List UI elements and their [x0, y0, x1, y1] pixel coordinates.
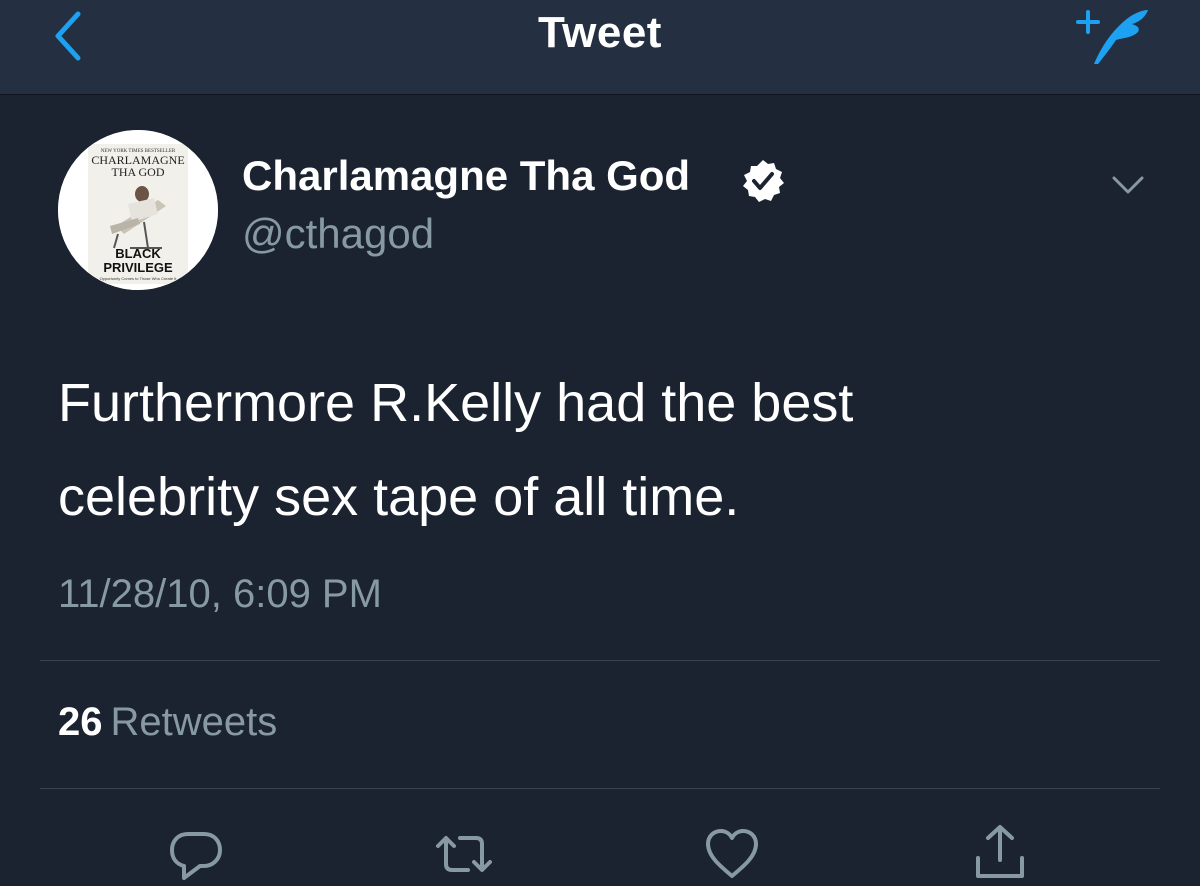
retweet-stats[interactable]: 26 Retweets	[58, 700, 277, 745]
divider	[40, 788, 1160, 789]
reply-icon	[170, 832, 222, 880]
verified-icon	[743, 160, 784, 202]
avatar-top-line2: THA GOD	[112, 165, 165, 179]
tweet-timestamp: 11/28/10, 6:09 PM	[58, 572, 382, 616]
divider	[40, 660, 1160, 661]
verified-badge	[740, 158, 786, 204]
avatar-bottom-line2: PRIVILEGE	[103, 260, 173, 275]
navigation-bar: Tweet	[0, 0, 1200, 95]
page-title: Tweet	[538, 8, 662, 57]
share-icon	[976, 825, 1024, 878]
compose-button[interactable]	[1066, 2, 1156, 68]
retweet-count: 26	[58, 700, 103, 744]
avatar[interactable]: NEW YORK TIMES BESTSELLER CHARLAMAGNE TH…	[58, 130, 218, 290]
tweet-text: Furthermore R.Kelly had the best celebri…	[58, 373, 854, 527]
compose-tweet-icon	[1076, 10, 1148, 64]
avatar-image: NEW YORK TIMES BESTSELLER CHARLAMAGNE TH…	[58, 130, 218, 290]
share-button[interactable]	[968, 822, 1032, 886]
tweet-options-button[interactable]	[1108, 170, 1148, 200]
heart-icon	[706, 829, 758, 878]
retweet-label: Retweets	[110, 700, 278, 744]
like-button[interactable]	[700, 822, 764, 886]
avatar-tagline: Opportunity Comes to Those Who Create It	[100, 276, 178, 281]
user-handle[interactable]: @cthagod	[242, 210, 434, 258]
tweet-detail-screen: Tweet NEW YORK TIMES BESTSELLER CHARLAMA…	[0, 0, 1200, 886]
display-name[interactable]: Charlamagne Tha God	[242, 152, 690, 200]
retweet-button[interactable]	[432, 822, 496, 886]
chevron-down-icon	[1112, 176, 1144, 194]
reply-button[interactable]	[164, 822, 228, 886]
retweet-icon	[436, 836, 492, 872]
avatar-bottom-line1: BLACK	[115, 246, 161, 261]
